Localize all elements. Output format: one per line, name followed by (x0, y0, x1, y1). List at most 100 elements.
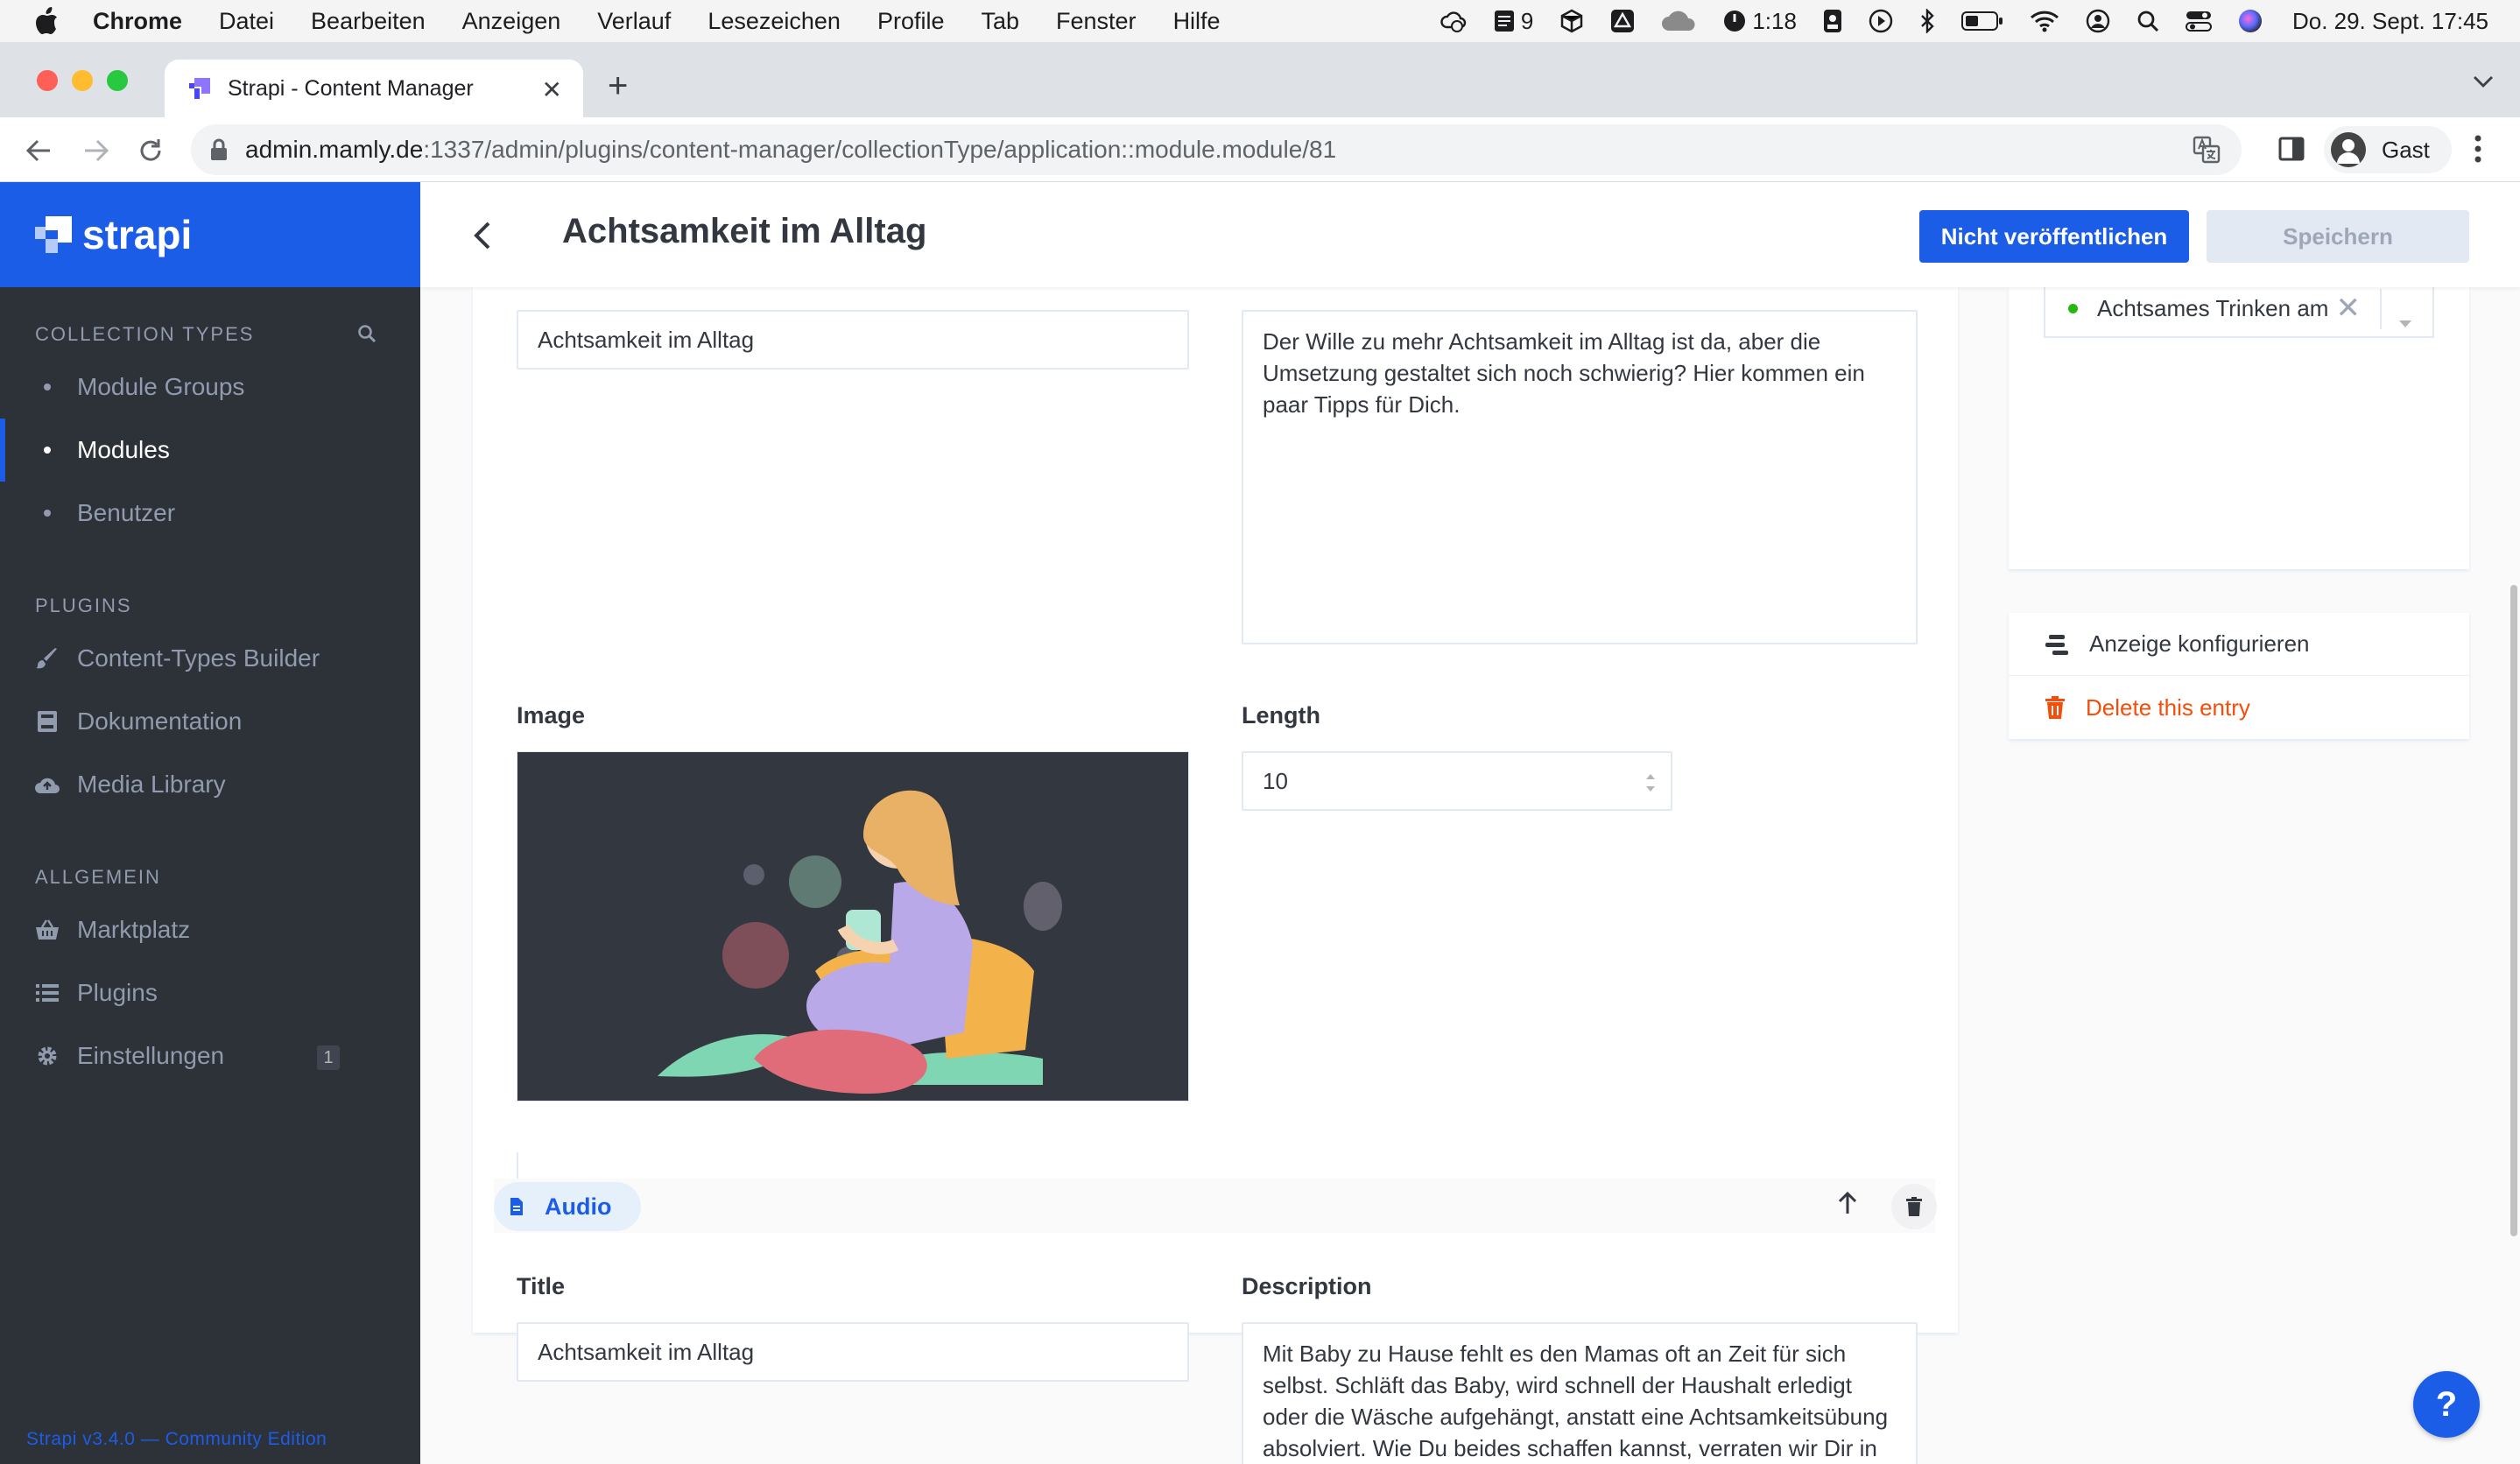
save-button[interactable]: Speichern (2207, 210, 2469, 263)
menu-anzeigen[interactable]: Anzeigen (462, 8, 561, 35)
sidebar-item-modules[interactable]: Modules (0, 419, 420, 482)
cloud-upload-icon (35, 775, 60, 794)
menu-bar-status: 9 1:18 Do. 29. Sept. 17:45 (1414, 0, 2488, 42)
document-stack-icon[interactable] (1493, 9, 1516, 33)
sidebar-item-module-groups[interactable]: Module Groups (0, 355, 420, 419)
content-manager-main: Achtsamkeit im Alltag Nicht veröffentlic… (420, 182, 2520, 1464)
version-footer[interactable]: Strapi v3.4.0 — Community Edition (26, 1429, 327, 1450)
delete-component-trash-icon[interactable] (1891, 1184, 1937, 1229)
forward-arrow-icon[interactable] (79, 133, 114, 168)
bluetooth-icon[interactable] (1919, 9, 1935, 33)
edit-view-header: Achtsamkeit im Alltag Nicht veröffentlic… (420, 182, 2520, 287)
translate-icon[interactable] (2193, 136, 2221, 170)
siri-icon[interactable] (2238, 9, 2263, 33)
menu-fenster[interactable]: Fenster (1056, 8, 1137, 35)
sidebar-item-label: Modules (77, 436, 170, 463)
image-label: Image (517, 702, 586, 728)
wifi-icon[interactable] (2030, 10, 2059, 32)
browser-tab-active[interactable]: Strapi - Content Manager ✕ (165, 60, 583, 117)
relation-select[interactable]: Achtsames Trinken am ✕ (2044, 278, 2434, 338)
back-arrow-icon[interactable] (21, 133, 56, 168)
description-textarea[interactable]: Der Wille zu mehr Achtsamkeit im Alltag … (1242, 310, 1918, 644)
tab-close-icon[interactable]: ✕ (542, 75, 562, 104)
back-chevron-icon[interactable] (473, 221, 492, 255)
chrome-menu-icon[interactable] (2474, 135, 2481, 167)
sidebar-item-label: Benutzer (77, 499, 176, 526)
url-path: :1337/admin/plugins/content-manager/coll… (423, 136, 1337, 163)
menu-tab[interactable]: Tab (981, 8, 1019, 35)
component-audio-toggle[interactable]: Audio (494, 1182, 641, 1231)
menu-bearbeiten[interactable]: Bearbeiten (311, 8, 426, 35)
length-value: 10 (1263, 767, 1288, 794)
play-icon[interactable] (1869, 9, 1893, 33)
component-header-bar (494, 1179, 1935, 1233)
configure-view-label: Anzeige konfigurieren (2089, 630, 2310, 657)
sidebar-item-dokumentation[interactable]: Dokumentation (0, 690, 420, 753)
number-stepper-icon[interactable] (1644, 771, 1657, 801)
apple-icon[interactable] (33, 6, 60, 36)
address-bar[interactable]: admin.mamly.de:1337/admin/plugins/conten… (191, 124, 2242, 175)
menu-verlauf[interactable]: Verlauf (597, 8, 671, 35)
cloud-sync-icon[interactable] (1440, 10, 1467, 32)
sidebar-item-benutzer[interactable]: Benutzer (0, 482, 420, 545)
image-preview[interactable] (517, 751, 1189, 1102)
battery-icon[interactable] (1960, 11, 2003, 32)
reload-icon[interactable] (133, 133, 168, 168)
guest-avatar-icon (2331, 132, 2366, 167)
sidebar-item-marktplatz[interactable]: Marktplatz (0, 898, 420, 961)
window-zoom-button[interactable] (107, 70, 128, 91)
strapi-brand[interactable]: strapi (0, 182, 420, 287)
lock-icon[interactable] (210, 138, 228, 161)
bullet-icon (44, 447, 51, 454)
menu-bar-clock[interactable]: Do. 29. Sept. 17:45 (2292, 8, 2488, 35)
page-title: Achtsamkeit im Alltag (562, 212, 927, 250)
sidebar-item-media-library[interactable]: Media Library (0, 753, 420, 816)
timer-value: 1:18 (1752, 7, 1797, 34)
help-button[interactable]: ? (2413, 1371, 2480, 1438)
badge-icon[interactable] (1823, 9, 1842, 33)
move-up-arrow-icon[interactable] (1837, 1191, 1858, 1220)
length-number-input[interactable]: 10 (1242, 751, 1672, 811)
title-field[interactable]: Achtsamkeit im Alltag (517, 310, 1189, 370)
component-title-field[interactable]: Achtsamkeit im Alltag (517, 1322, 1189, 1382)
general-heading: ALLGEMEIN (35, 866, 161, 888)
configure-view-link[interactable]: Anzeige konfigurieren (2009, 613, 2469, 676)
window-close-button[interactable] (37, 70, 58, 91)
plugins-heading: PLUGINS (35, 595, 132, 616)
published-status-dot (2068, 303, 2078, 313)
clear-x-icon[interactable]: ✕ (2336, 291, 2362, 326)
window-minimize-button[interactable] (72, 70, 93, 91)
component-description-textarea[interactable]: Mit Baby zu Hause fehlt es den Mamas oft… (1242, 1322, 1918, 1464)
component-title-label: Title (517, 1273, 566, 1299)
icloud-icon[interactable] (1661, 10, 1696, 32)
sidebar-item-label: Plugins (77, 979, 158, 1006)
sidebar-item-content-types-builder[interactable]: Content-Types Builder (0, 627, 420, 690)
menu-datei[interactable]: Datei (219, 8, 274, 35)
timer-icon[interactable] (1722, 9, 1747, 33)
delete-entry-link[interactable]: Delete this entry (2009, 676, 2469, 739)
spotlight-icon[interactable] (2136, 10, 2159, 32)
caret-down-icon[interactable] (2399, 306, 2411, 334)
menu-hilfe[interactable]: Hilfe (1173, 8, 1221, 35)
new-tab-button[interactable]: + (608, 68, 628, 103)
menu-lesezeichen[interactable]: Lesezeichen (707, 8, 841, 35)
tab-title: Strapi - Content Manager (228, 75, 474, 101)
user-circle-icon[interactable] (2086, 9, 2110, 33)
strapi-favicon-icon (189, 78, 210, 99)
search-icon[interactable] (357, 324, 377, 348)
side-panel-icon[interactable] (2278, 137, 2305, 165)
collection-types-header: COLLECTION TYPES (0, 319, 420, 350)
profile-button[interactable]: Gast (2324, 126, 2452, 173)
package-icon[interactable] (1559, 9, 1584, 33)
drive-icon[interactable] (1610, 9, 1635, 33)
unpublish-button[interactable]: Nicht veröffentlichen (1919, 210, 2189, 263)
sidebar-item-einstellungen[interactable]: Einstellungen 1 (0, 1024, 420, 1087)
scrollbar-thumb[interactable] (2510, 585, 2517, 1236)
tab-search-chevron-icon[interactable] (2473, 75, 2494, 92)
menu-app-chrome[interactable]: Chrome (93, 8, 182, 35)
menu-profile[interactable]: Profile (877, 8, 945, 35)
macos-menu-bar: Chrome Datei Bearbeiten Anzeigen Verlauf… (0, 0, 2520, 42)
control-center-icon[interactable] (2185, 10, 2212, 32)
sidebar-item-plugins[interactable]: Plugins (0, 961, 420, 1024)
page-scrollbar[interactable] (2508, 287, 2520, 1464)
